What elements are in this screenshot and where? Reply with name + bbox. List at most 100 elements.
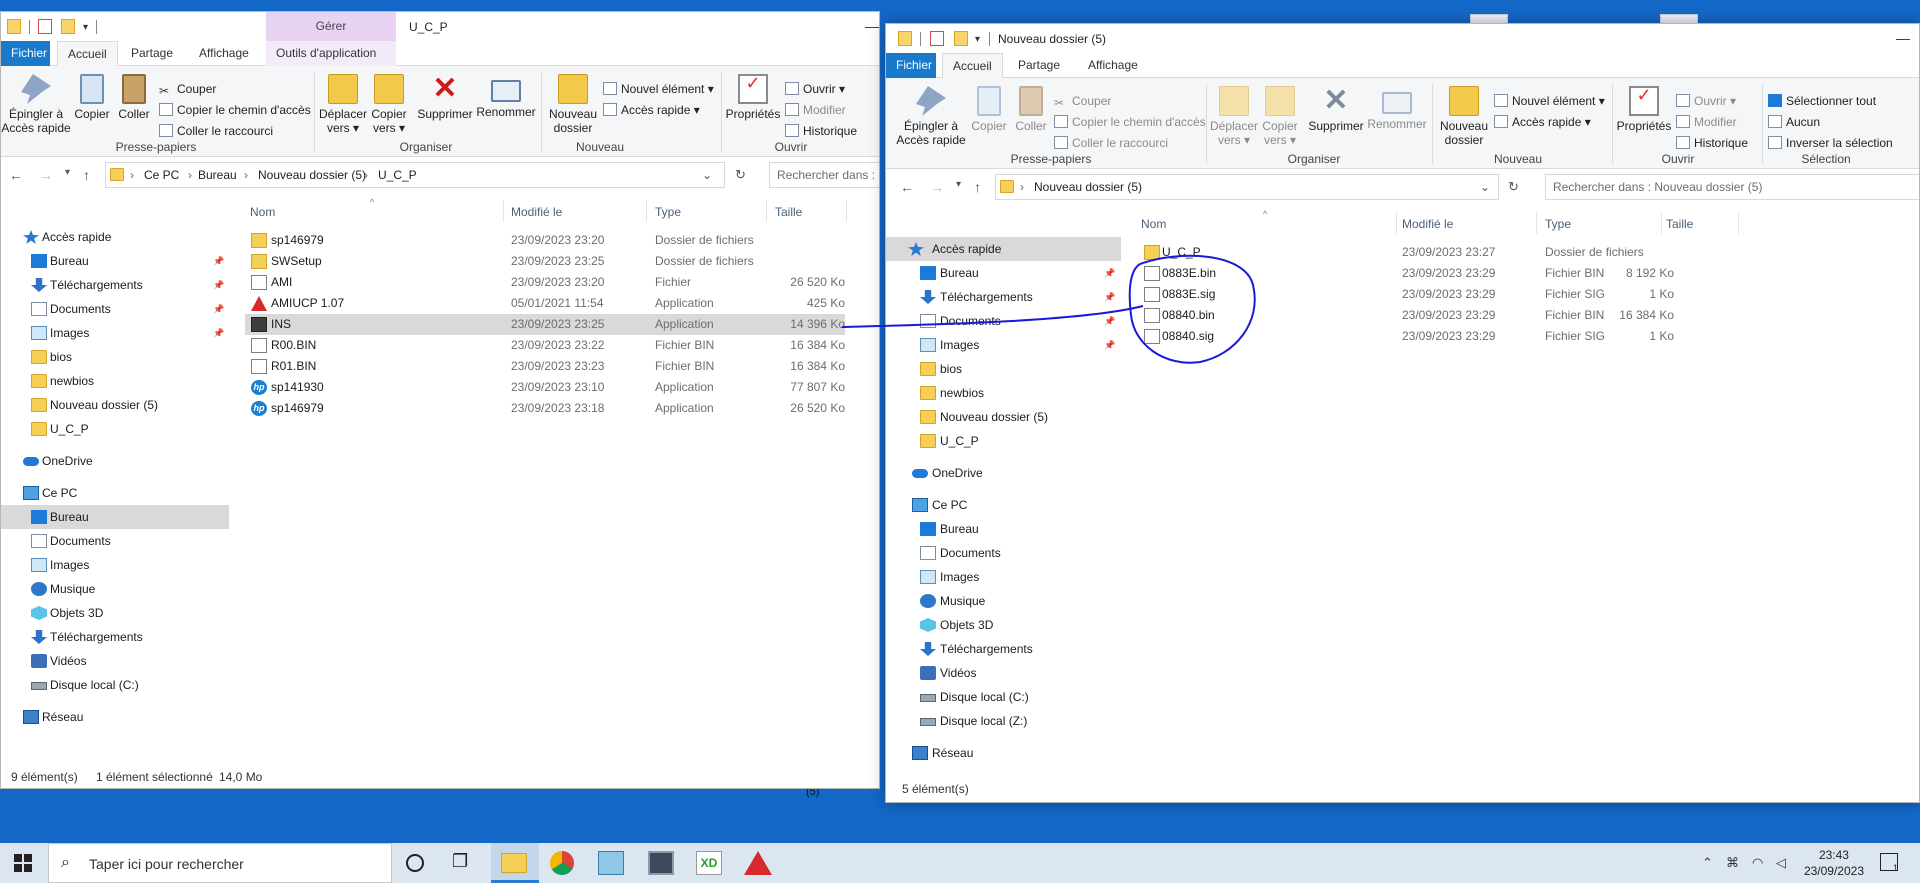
tab-affichage[interactable]: Affichage [1078,53,1148,78]
column-modified[interactable]: Modifié le [511,205,562,219]
nav-item[interactable]: Nouveau dossier (5) [886,405,1121,429]
select-none-button[interactable]: Aucun [1768,115,1820,129]
nav-item[interactable]: Vidéos [886,661,1121,685]
divider[interactable] [1738,212,1739,234]
pin-icon[interactable]: 📌 [1104,333,1115,357]
chevron-up-icon[interactable]: ⌃ [1702,855,1713,871]
table-row[interactable]: 0883E.sig 23/09/2023 23:29 Fichier SIG 1 Ko [1136,284,1706,305]
recent-chevron-icon[interactable]: ▾ [65,167,70,178]
volume-icon[interactable]: ◁ [1776,855,1786,871]
nav-item[interactable]: Musique [1,577,229,601]
nav-item[interactable]: Téléchargements [1,625,229,649]
table-row[interactable]: 0883E.bin 23/09/2023 23:29 Fichier BIN 8 19… [1136,263,1706,284]
pin-icon[interactable]: 📌 [213,273,224,297]
minimize-button[interactable]: — [1896,30,1910,46]
column-type[interactable]: Type [1545,217,1571,231]
pin-icon[interactable]: 📌 [213,321,224,345]
nav-item[interactable]: Bureau [886,517,1121,541]
table-row[interactable]: sp146979 23/09/2023 23:20 Dossier de fichi… [245,230,845,251]
wifi-icon[interactable]: ◠ [1752,855,1763,871]
new-item-button[interactable]: Nouvel élément ▾ [1494,94,1605,108]
column-name[interactable]: Nom [250,205,275,219]
table-row[interactable]: hp sp141930 23/09/2023 23:10 Application 77 … [245,377,845,398]
clock[interactable]: 23:43 23/09/2023 [1804,847,1864,879]
invert-selection-button[interactable]: Inverser la sélection [1768,136,1893,150]
device-icon[interactable]: ⌘ [1726,855,1739,871]
nav-item[interactable]: Bureau 📌 [886,261,1121,285]
new-folder-button[interactable]: Nouveau dossier [545,74,601,135]
open-button[interactable]: Ouvrir ▾ [1676,94,1736,108]
column-name[interactable]: Nom [1141,217,1166,231]
history-button[interactable]: Historique [785,124,857,138]
chevron-down-icon[interactable]: ⌄ [1480,180,1490,194]
paste-shortcut-button[interactable]: Coller le raccourci [159,124,273,138]
breadcrumb-nouveau-dossier[interactable]: Nouveau dossier (5) [258,168,366,182]
nav-item[interactable]: Images 📌 [886,333,1121,357]
nav-item[interactable]: Accès rapide [886,237,1121,261]
search-input[interactable]: Rechercher dans : Nouveau dossier (5) [1545,174,1919,200]
nav-item[interactable]: Images [1,553,229,577]
nav-item[interactable]: Téléchargements [886,637,1121,661]
nav-item[interactable]: Vidéos [1,649,229,673]
chevron-down-icon[interactable]: ▾ [83,22,91,33]
breadcrumb-bureau[interactable]: Bureau [198,168,237,182]
search-input[interactable]: Rechercher dans : U_C_P [769,162,879,188]
pin-icon[interactable]: 📌 [1104,261,1115,285]
table-row[interactable]: AMIUCP 1.07 05/01/2021 11:54 Application 42… [245,293,845,314]
nav-item[interactable]: OneDrive [1,449,229,473]
nav-item[interactable]: Documents [1,529,229,553]
tab-accueil[interactable]: Accueil [942,53,1003,79]
task-view-icon[interactable]: ❐ [452,851,478,875]
cpu-icon[interactable] [648,851,674,875]
taskbar-search-box[interactable]: ⌕ Taper ici pour rechercher [48,843,392,883]
back-button[interactable]: ← [900,179,914,195]
nav-item[interactable]: Images 📌 [1,321,229,345]
breadcrumb-ucp[interactable]: U_C_P [378,168,417,182]
nav-item[interactable]: Disque local (Z:) [886,709,1121,733]
nav-item[interactable]: Disque local (C:) [886,685,1121,709]
easy-access-button[interactable]: Accès rapide ▾ [603,103,700,117]
nav-item[interactable]: Objets 3D [886,613,1121,637]
table-row[interactable]: U_C_P 23/09/2023 23:27 Dossier de fichiers [1136,242,1706,263]
paste-button[interactable]: Coller [1010,86,1052,133]
easy-access-button[interactable]: Accès rapide ▾ [1494,115,1591,129]
xd-icon[interactable]: XD [696,851,722,875]
edit-button[interactable]: Modifier [1676,115,1737,129]
table-row[interactable]: hp sp146979 23/09/2023 23:18 Application 26 … [245,398,845,419]
up-button[interactable]: ↑ [83,167,90,183]
tab-accueil[interactable]: Accueil [57,41,118,67]
nav-item[interactable]: Téléchargements 📌 [886,285,1121,309]
refresh-button[interactable]: ↻ [735,167,746,183]
table-row[interactable]: SWSetup 23/09/2023 23:25 Dossier de fichie… [245,251,845,272]
manage-context-tab[interactable]: Gérer [266,12,396,41]
nav-item[interactable]: Bureau [1,505,229,529]
copy-to-button[interactable]: Copier vers ▾ [367,74,411,135]
properties-button[interactable]: Propriétés [725,74,781,121]
up-button[interactable]: ↑ [974,179,981,195]
chrome-icon[interactable] [550,851,574,875]
tab-fichier[interactable]: Fichier [886,53,936,78]
paste-button[interactable]: Coller [114,74,154,121]
copy-button[interactable]: Copier [968,86,1010,133]
nav-item[interactable]: bios [1,345,229,369]
tab-fichier[interactable]: Fichier [1,41,50,66]
nav-item[interactable]: U_C_P [886,429,1121,453]
divider[interactable] [1536,212,1537,234]
column-type[interactable]: Type [655,205,681,219]
tab-outils-application[interactable]: Outils d'application [266,41,396,66]
nav-item[interactable]: Objets 3D [1,601,229,625]
new-item-button[interactable]: Nouvel élément ▾ [603,82,714,96]
new-folder-icon[interactable] [61,19,75,34]
rename-button[interactable]: Renommer [475,74,537,119]
copy-to-button[interactable]: Copier vers ▾ [1258,86,1302,147]
nav-item[interactable]: newbios [886,381,1121,405]
properties-icon[interactable] [38,19,52,34]
delete-button[interactable]: ✕ Supprimer [415,74,475,122]
forward-button[interactable]: → [39,167,53,183]
nav-item[interactable]: Bureau 📌 [1,249,229,273]
divider[interactable] [646,200,647,222]
tab-partage[interactable]: Partage [1008,53,1070,78]
table-row[interactable]: AMI 23/09/2023 23:20 Fichier 26 520 Ko [245,272,845,293]
column-size[interactable]: Taille [775,205,802,219]
nav-item[interactable]: U_C_P [1,417,229,441]
